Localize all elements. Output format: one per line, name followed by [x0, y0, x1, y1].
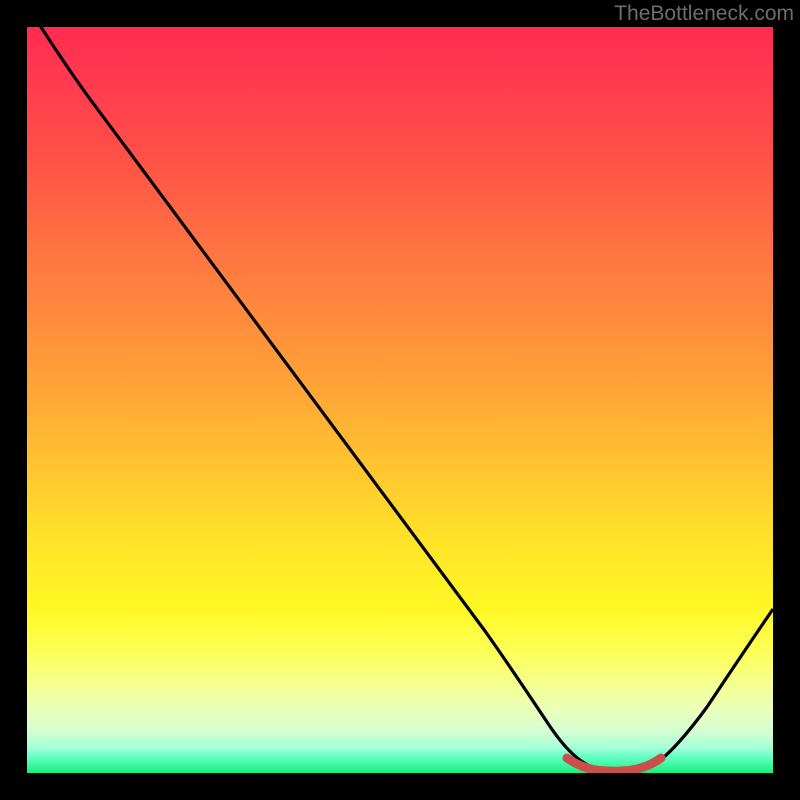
chart-svg — [27, 27, 773, 773]
bottleneck-curve-path — [27, 27, 773, 771]
watermark-text: TheBottleneck.com — [614, 2, 794, 26]
chart-plot-area — [27, 27, 773, 773]
